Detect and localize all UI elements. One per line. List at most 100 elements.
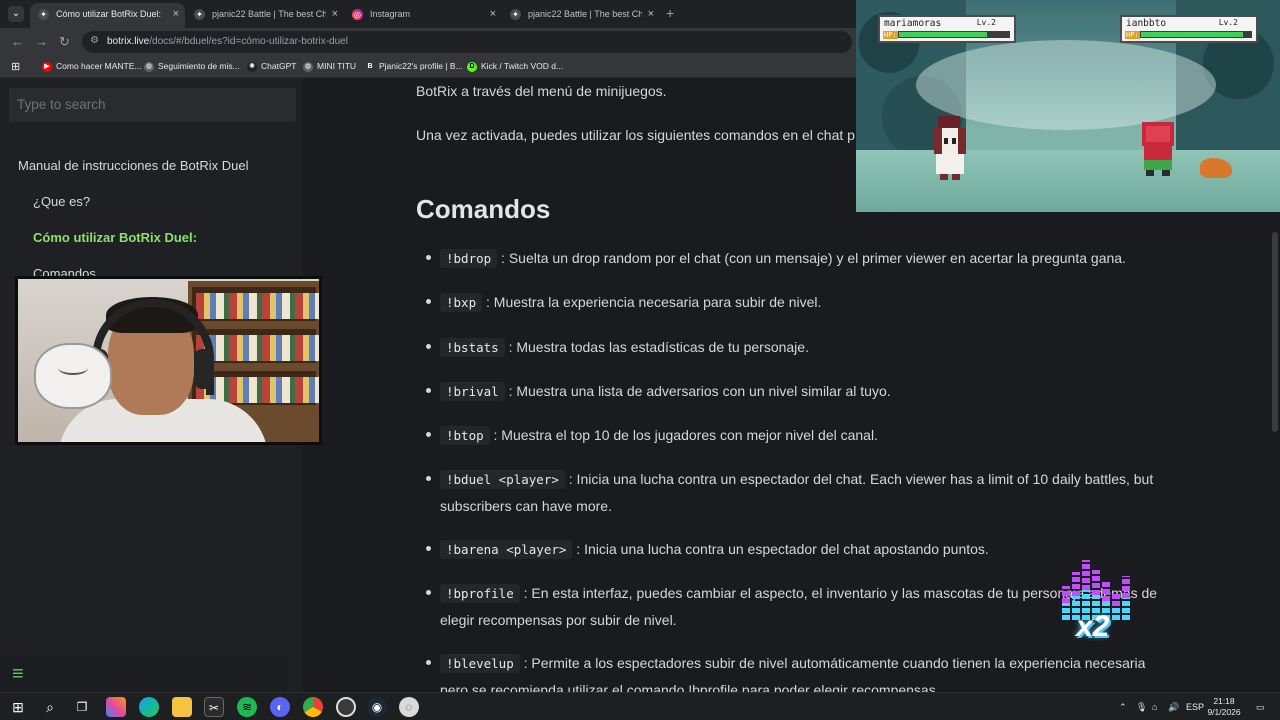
windows-start-icon[interactable]: ⊞ bbox=[8, 697, 28, 717]
player2-name: ianbbto bbox=[1126, 18, 1167, 29]
headset-earcup bbox=[194, 349, 214, 389]
chrome-icon[interactable] bbox=[303, 697, 323, 717]
tab-4[interactable]: ✦ pjanic22 Battle | The best ChatBot × bbox=[502, 3, 660, 28]
url-input[interactable]: ⚙ botrix.live/docs/#/bduel/es?id=cómo-ut… bbox=[82, 31, 852, 53]
botrix-icon: ✦ bbox=[38, 9, 49, 20]
bookmark-3[interactable]: ✺ ChatGPT bbox=[247, 56, 296, 77]
discord-icon[interactable]: ◐ bbox=[270, 697, 290, 717]
content-scrollbar[interactable] bbox=[1272, 232, 1278, 432]
sprite-foot bbox=[940, 174, 948, 180]
close-icon[interactable]: × bbox=[490, 3, 496, 25]
sprite-hair bbox=[958, 128, 966, 154]
address-bar-row: ← → ↻ ⚙ botrix.live/docs/#/bduel/es?id=c… bbox=[0, 28, 856, 56]
bookmark-label: Kick / Twitch VOD d... bbox=[481, 61, 564, 71]
shelf-row bbox=[192, 287, 319, 321]
globe-icon: ◍ bbox=[144, 62, 154, 72]
tab-3[interactable]: ◎ Instagram × bbox=[344, 3, 502, 28]
command-item: !bxp : Muestra la experiencia necesaria … bbox=[426, 289, 1186, 316]
clock-time: 21:18 bbox=[1213, 696, 1235, 706]
edge-icon[interactable] bbox=[139, 697, 159, 717]
command-desc: : Inicia una lucha contra un espectador … bbox=[576, 541, 989, 557]
back-icon[interactable]: ← bbox=[11, 34, 24, 50]
sprite-hat bbox=[938, 116, 960, 128]
forward-icon[interactable]: → bbox=[35, 34, 48, 50]
volume-icon[interactable]: 🔊 bbox=[1168, 693, 1179, 720]
microphone-icon[interactable]: 🎙 bbox=[1136, 693, 1147, 720]
player2-sprite bbox=[1142, 122, 1174, 176]
instagram-icon: ◎ bbox=[352, 9, 363, 20]
bookmark-2[interactable]: ◍ Seguimiento de mis... bbox=[144, 56, 240, 77]
player2-hp-panel: ianbbto Lv.2 HP: bbox=[1120, 15, 1258, 43]
paragraph: Una vez activada, puedes utilizar los si… bbox=[416, 127, 855, 143]
sidebar-item-como-utilizar[interactable]: Cómo utilizar BotRix Duel: bbox=[33, 230, 197, 245]
tab-title: pjanic22 Battle | The best ChatBot bbox=[528, 9, 642, 19]
close-icon[interactable]: × bbox=[648, 3, 654, 25]
reload-icon[interactable]: ↻ bbox=[59, 34, 70, 50]
tab-2[interactable]: ✦ pjanic22 Battle | The best ChatBot × bbox=[186, 3, 344, 28]
section-heading: Comandos bbox=[416, 194, 551, 224]
paragraph: BotRix a través del menú de minijuegos. bbox=[416, 83, 667, 99]
system-clock[interactable]: 21:18 9/1/2026 bbox=[1202, 696, 1246, 718]
command-item: !bdrop : Suelta un drop random por el ch… bbox=[426, 245, 1186, 272]
command-desc: : Inicia una lucha contra un espectador … bbox=[568, 471, 1154, 487]
tray-chevron-icon[interactable]: ⌃ bbox=[1119, 693, 1127, 720]
bookmark-5[interactable]: B Pjanic22's profile | B... bbox=[365, 56, 463, 77]
steam-icon[interactable]: ◉ bbox=[367, 697, 387, 717]
search-input[interactable]: Type to search bbox=[9, 88, 296, 122]
notifications-icon[interactable]: ▭ bbox=[1256, 693, 1265, 720]
file-explorer-icon[interactable] bbox=[172, 697, 192, 717]
hp-track bbox=[1140, 31, 1252, 38]
command-desc-cont: subscribers can have more. bbox=[440, 498, 612, 514]
task-view-icon[interactable]: ❐ bbox=[72, 697, 92, 717]
bookmark-4[interactable]: ◍ MINI TITU bbox=[303, 56, 356, 77]
bookmark-label: MINI TITU bbox=[317, 61, 357, 71]
b-icon: B bbox=[365, 62, 375, 72]
sidebar-item-que-es[interactable]: ¿Que es? bbox=[33, 194, 90, 209]
bookmark-label: Como hacer MANTE... bbox=[56, 61, 142, 71]
command-desc-cont: pero se recomienda utilizar el comando !… bbox=[440, 682, 940, 692]
botrix-icon: ✦ bbox=[510, 9, 521, 20]
equalizer-bar-top bbox=[1072, 572, 1080, 596]
books bbox=[196, 293, 319, 319]
bookmarks-bar: ⊞ ▶ Como hacer MANTE... ◍ Seguimiento de m… bbox=[0, 56, 856, 78]
bullet bbox=[426, 660, 431, 665]
close-icon[interactable]: × bbox=[173, 3, 179, 25]
bullet bbox=[426, 388, 431, 393]
app-icon[interactable]: ◌ bbox=[399, 697, 419, 717]
sidebar-item-manual[interactable]: Manual de instrucciones de BotRix Duel bbox=[18, 158, 249, 173]
new-tab-button[interactable]: + bbox=[666, 5, 674, 21]
youtube-icon: ▶ bbox=[42, 62, 52, 72]
bookmark-1[interactable]: ▶ Como hacer MANTE... bbox=[42, 56, 142, 77]
command-desc: : Muestra una lista de adversarios con u… bbox=[508, 383, 891, 399]
obs-icon[interactable] bbox=[336, 697, 356, 717]
equalizer-bar-top bbox=[1082, 560, 1090, 590]
close-icon[interactable]: × bbox=[332, 3, 338, 25]
command-code: !bduel <player> bbox=[440, 470, 565, 489]
tab-search-button[interactable]: ⌄ bbox=[8, 6, 24, 22]
network-icon[interactable]: ⌂ bbox=[1152, 693, 1157, 720]
copilot-icon[interactable] bbox=[106, 697, 126, 717]
spotify-icon[interactable]: ≋ bbox=[237, 697, 257, 717]
equalizer-bar-top bbox=[1092, 570, 1100, 595]
bullet bbox=[426, 546, 431, 551]
command-item: !bduel <player> : Inicia una lucha contr… bbox=[426, 466, 1186, 519]
plush-face bbox=[58, 361, 88, 375]
sprite-foot bbox=[1146, 170, 1154, 176]
command-code: !bdrop bbox=[440, 249, 498, 268]
bookmark-6[interactable]: D Kick / Twitch VOD d... bbox=[467, 56, 563, 77]
equalizer-bar-top bbox=[1112, 592, 1120, 606]
capcut-icon[interactable]: ✂ bbox=[204, 697, 224, 717]
search-icon[interactable]: ⌕ bbox=[40, 697, 60, 717]
sprite-eye bbox=[944, 138, 948, 144]
site-info-icon[interactable]: ⚙ bbox=[90, 35, 99, 46]
tab-title: Instagram bbox=[370, 9, 411, 19]
menu-icon[interactable]: ≡ bbox=[12, 664, 24, 684]
sprite-hair bbox=[934, 128, 942, 154]
apps-grid-icon[interactable]: ⊞ bbox=[11, 60, 20, 73]
tab-1[interactable]: ✦ Cómo utilizar BotRix Duel: × bbox=[30, 3, 185, 28]
bullet bbox=[426, 255, 431, 260]
player1-level: Lv.2 bbox=[976, 18, 996, 27]
player1-hp-panel: mariamoras Lv.2 HP: bbox=[878, 15, 1016, 43]
books bbox=[196, 335, 319, 361]
webcam-overlay bbox=[15, 276, 322, 445]
